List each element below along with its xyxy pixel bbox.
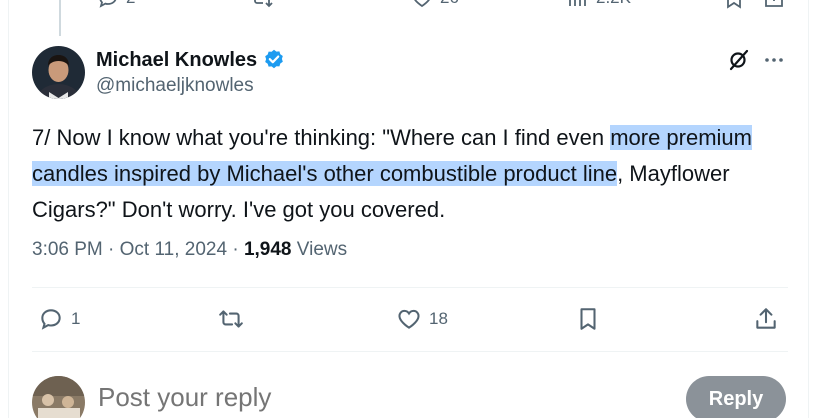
meta-separator-2: · [227, 239, 244, 260]
author-handle[interactable]: @michaeljknowles [96, 75, 254, 97]
reply-count: 1 [71, 309, 81, 328]
like-count: 18 [429, 309, 448, 328]
grok-icon[interactable] [727, 48, 751, 72]
reply-icon [41, 309, 61, 330]
author-name-row[interactable]: Michael Knowles [96, 48, 286, 72]
reply-button[interactable]: Reply [686, 376, 786, 418]
retweet-icon [254, 0, 273, 8]
divider-top [32, 287, 788, 288]
timeline-border-right [808, 0, 809, 418]
prev-share-action[interactable] [762, 0, 786, 10]
prev-reply-count: 2 [126, 0, 135, 8]
reply-input[interactable] [98, 382, 598, 413]
tweet-meta: 3:06 PM · Oct 11, 2024 · 1,948 Views [32, 239, 347, 261]
bookmark-icon [580, 308, 596, 330]
prev-retweet-action[interactable] [250, 0, 274, 10]
timeline-border-left [8, 0, 9, 418]
prev-reply-action[interactable]: 2 [96, 0, 135, 10]
current-user-avatar[interactable] [32, 376, 85, 418]
tweet-date[interactable]: Oct 11, 2024 [120, 239, 227, 261]
like-action[interactable]: 18 [396, 306, 448, 332]
prev-like-count: 26 [440, 0, 459, 8]
share-icon [756, 308, 776, 329]
previous-tweet-actions: 2 26 2.2K [0, 0, 818, 16]
retweet-action[interactable] [218, 306, 244, 332]
prev-like-action[interactable]: 26 [410, 0, 459, 10]
views-icon [569, 0, 586, 6]
more-options-icon[interactable] [762, 48, 786, 72]
tweet-time[interactable]: 3:06 PM [32, 239, 103, 261]
tweet-text: 7/ Now I know what you're thinking: "Whe… [32, 120, 792, 228]
tweet-text-before-selection: 7/ Now I know what you're thinking: "Whe… [32, 125, 611, 150]
reply-icon [99, 0, 117, 8]
prev-bookmark-action[interactable] [722, 0, 746, 10]
share-action[interactable] [753, 306, 779, 332]
retweet-icon [219, 310, 243, 328]
author-avatar[interactable] [32, 46, 85, 99]
views-count: 1,948 [243, 239, 292, 260]
author-display-name[interactable]: Michael Knowles [96, 49, 257, 72]
bookmark-icon [727, 0, 741, 9]
prev-views-count: 2.2K [596, 0, 631, 8]
like-icon [398, 309, 420, 329]
reply-action[interactable]: 1 [38, 306, 80, 332]
like-icon [414, 0, 430, 8]
views-label: Views [296, 239, 348, 260]
thread-connector-line [59, 0, 61, 36]
prev-views-action[interactable]: 2.2K [566, 0, 631, 10]
verified-badge-icon [265, 49, 283, 69]
divider-bottom [32, 351, 788, 352]
meta-separator: · [102, 239, 120, 260]
share-icon [765, 0, 783, 7]
bookmark-action[interactable] [575, 306, 601, 332]
